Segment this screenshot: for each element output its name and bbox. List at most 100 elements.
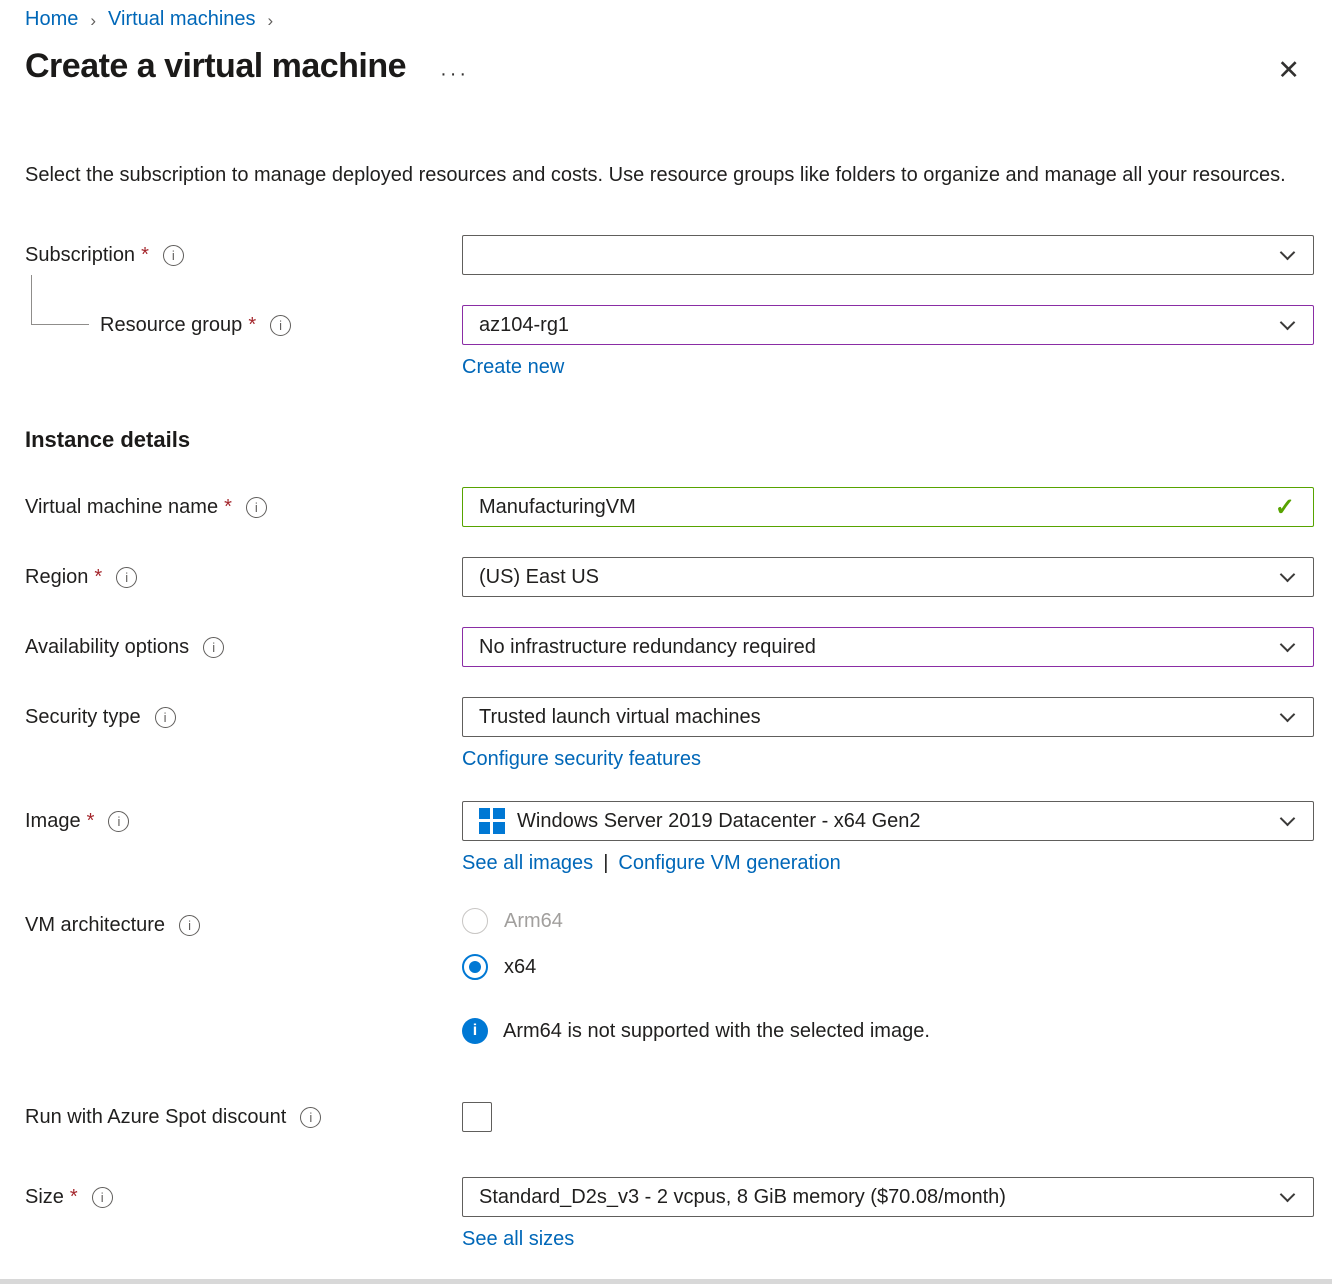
bottom-divider [0, 1279, 1332, 1284]
info-icon[interactable]: i [155, 707, 176, 728]
windows-logo-icon [479, 808, 505, 834]
security-type-label-group: Security type i [25, 697, 462, 737]
region-label-group: Region * i [25, 557, 462, 597]
breadcrumb-separator-icon: › [90, 11, 96, 31]
page-title: Create a virtual machine [25, 47, 406, 86]
arm64-info-text: Arm64 is not supported with the selected… [503, 1020, 930, 1043]
image-label: Image [25, 810, 81, 833]
breadcrumb: Home › Virtual machines › [0, 0, 1332, 31]
info-icon-glyph: i [172, 248, 175, 263]
instance-details-heading: Instance details [25, 427, 1332, 453]
info-filled-icon: i [462, 1018, 488, 1044]
required-asterisk: * [70, 1186, 78, 1209]
valid-check-icon: ✓ [1275, 493, 1295, 522]
page-header: Create a virtual machine ··· ✕ [0, 31, 1332, 88]
info-icon-glyph: i [279, 318, 282, 333]
security-type-label: Security type [25, 706, 141, 729]
availability-options-select[interactable]: No infrastructure redundancy required [462, 627, 1314, 667]
more-options-icon[interactable]: ··· [440, 63, 469, 86]
chevron-down-icon [1280, 1186, 1296, 1202]
link-separator: | [603, 852, 608, 874]
size-label-group: Size * i [25, 1177, 462, 1217]
security-type-row: Security type i Trusted launch virtual m… [0, 697, 1332, 771]
vm-architecture-label-group: VM architecture i [25, 905, 462, 945]
image-select[interactable]: Windows Server 2019 Datacenter - x64 Gen… [462, 801, 1314, 841]
availability-options-label: Availability options [25, 636, 189, 659]
subscription-row: Subscription * i [0, 235, 1332, 275]
info-icon-glyph: i [164, 710, 167, 725]
region-select[interactable]: (US) East US [462, 557, 1314, 597]
required-asterisk: * [94, 566, 102, 589]
chevron-down-icon [1280, 566, 1296, 582]
create-vm-page: Home › Virtual machines › Create a virtu… [0, 0, 1332, 1284]
security-type-value: Trusted launch virtual machines [479, 706, 1270, 729]
info-icon[interactable]: i [270, 315, 291, 336]
azure-spot-label-group: Run with Azure Spot discount i [25, 1102, 462, 1132]
resource-group-select[interactable]: az104-rg1 [462, 305, 1314, 345]
radio-button-icon [462, 908, 488, 934]
create-new-resource-group-link[interactable]: Create new [462, 356, 564, 379]
info-icon[interactable]: i [108, 811, 129, 832]
radio-option-x64[interactable]: x64 [462, 954, 1314, 980]
configure-security-features-link[interactable]: Configure security features [462, 748, 701, 771]
info-icon-glyph: i [188, 918, 191, 933]
azure-spot-checkbox[interactable] [462, 1102, 492, 1132]
resource-group-row: Resource group * i az104-rg1 Create new [0, 305, 1332, 379]
subscription-select[interactable] [462, 235, 1314, 275]
region-value: (US) East US [479, 566, 1270, 589]
vm-name-input[interactable]: ManufacturingVM ✓ [462, 487, 1314, 527]
chevron-down-icon [1280, 244, 1296, 260]
required-asterisk: * [248, 314, 256, 337]
resource-group-label: Resource group [100, 314, 242, 337]
required-asterisk: * [87, 810, 95, 833]
info-icon-glyph: i [309, 1110, 312, 1125]
info-icon-glyph: i [212, 640, 215, 655]
close-icon[interactable]: ✕ [1271, 53, 1306, 88]
resource-group-label-group: Resource group * i [25, 305, 462, 345]
availability-options-value: No infrastructure redundancy required [479, 636, 1270, 659]
breadcrumb-virtual-machines[interactable]: Virtual machines [108, 8, 255, 31]
vm-name-row: Virtual machine name * i ManufacturingVM… [0, 487, 1332, 527]
info-icon-glyph: i [255, 500, 258, 515]
region-label: Region [25, 566, 88, 589]
info-icon[interactable]: i [203, 637, 224, 658]
info-icon[interactable]: i [163, 245, 184, 266]
availability-options-row: Availability options i No infrastructure… [0, 627, 1332, 667]
size-select[interactable]: Standard_D2s_v3 - 2 vcpus, 8 GiB memory … [462, 1177, 1314, 1217]
chevron-down-icon [1280, 314, 1296, 330]
configure-vm-generation-link[interactable]: Configure VM generation [618, 852, 840, 875]
breadcrumb-home[interactable]: Home [25, 8, 78, 31]
info-icon[interactable]: i [246, 497, 267, 518]
security-type-select[interactable]: Trusted launch virtual machines [462, 697, 1314, 737]
see-all-sizes-link[interactable]: See all sizes [462, 1228, 574, 1251]
info-icon[interactable]: i [116, 567, 137, 588]
image-value: Windows Server 2019 Datacenter - x64 Gen… [517, 810, 1270, 833]
tree-connector-line [31, 275, 89, 325]
radio-option-arm64[interactable]: Arm64 [462, 908, 1314, 934]
azure-spot-row: Run with Azure Spot discount i [0, 1102, 1332, 1137]
image-label-group: Image * i [25, 801, 462, 841]
image-row: Image * i Windows Server 2019 Datacenter… [0, 801, 1332, 875]
vm-name-label-group: Virtual machine name * i [25, 487, 462, 527]
info-icon[interactable]: i [179, 915, 200, 936]
breadcrumb-separator-icon: › [268, 11, 274, 31]
required-asterisk: * [141, 244, 149, 267]
vm-architecture-row: VM architecture i Arm64 x64 [0, 905, 1332, 980]
see-all-images-link[interactable]: See all images [462, 852, 593, 875]
required-asterisk: * [224, 496, 232, 519]
resource-group-value: az104-rg1 [479, 314, 1270, 337]
vm-name-label: Virtual machine name [25, 496, 218, 519]
availability-label-group: Availability options i [25, 627, 462, 667]
chevron-down-icon [1280, 636, 1296, 652]
info-icon-glyph: i [117, 814, 120, 829]
subscription-label: Subscription [25, 244, 135, 267]
info-icon-glyph: i [473, 1022, 477, 1040]
azure-spot-label: Run with Azure Spot discount [25, 1106, 286, 1129]
info-icon-glyph: i [125, 570, 128, 585]
info-icon[interactable]: i [300, 1107, 321, 1128]
size-value: Standard_D2s_v3 - 2 vcpus, 8 GiB memory … [479, 1186, 1270, 1209]
info-icon[interactable]: i [92, 1187, 113, 1208]
chevron-down-icon [1280, 810, 1296, 826]
intro-text: Select the subscription to manage deploy… [25, 160, 1287, 191]
radio-label-arm64: Arm64 [504, 910, 563, 933]
